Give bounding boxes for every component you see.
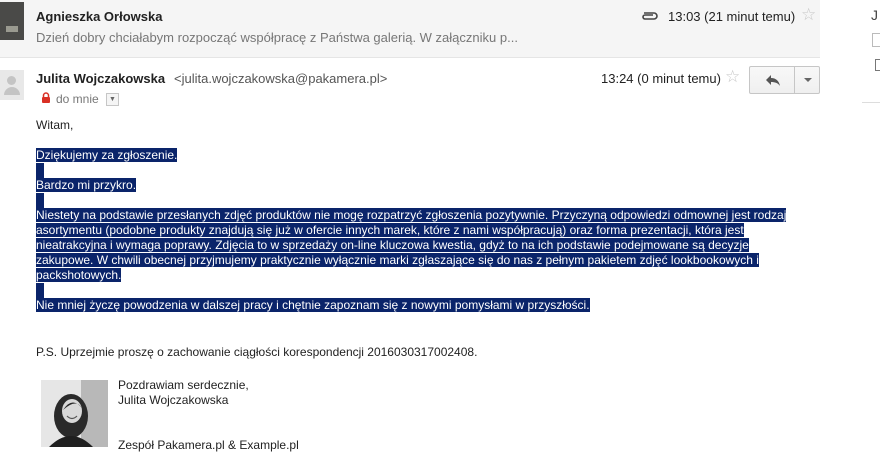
sender-email: <julita.wojczakowska@pakamera.pl>: [174, 71, 388, 86]
greeting-text: Witam,: [36, 118, 74, 132]
recipient-label: do mnie: [56, 92, 99, 106]
previous-message-snippet: Dzień dobry chciałabym rozpocząć współpr…: [36, 30, 518, 45]
selected-blank-line: [36, 163, 44, 178]
previous-message-time: 13:03 (21 minut temu): [668, 9, 796, 24]
reply-button[interactable]: [749, 66, 795, 94]
lock-icon: [42, 92, 50, 103]
sidebar-divider: [862, 102, 880, 103]
sidebar-initial: J: [871, 7, 878, 23]
sidebar-checkbox[interactable]: [872, 33, 880, 47]
sender-avatar: [0, 2, 24, 40]
sidebar-document-icon[interactable]: [875, 59, 880, 71]
star-icon[interactable]: ☆: [801, 5, 816, 25]
selected-blank-line: [36, 283, 44, 298]
star-icon[interactable]: ☆: [725, 67, 740, 87]
default-avatar: [0, 70, 24, 100]
reply-icon: [766, 75, 780, 86]
previous-sender-name: Agnieszka Orłowska: [36, 9, 163, 24]
message-time: 13:24 (0 minut temu): [601, 71, 721, 86]
more-options-button[interactable]: [794, 66, 820, 94]
previous-message-row[interactable]: Agnieszka Orłowska Dzień dobry chciałaby…: [0, 0, 820, 58]
paperclip-icon: [642, 12, 658, 20]
signature-name: Julita Wojczakowska: [118, 393, 229, 407]
body-line-good-luck: Nie mniej życzę powodzenia w dalszej pra…: [36, 298, 590, 312]
signature-team: Zespół Pakamera.pl & Example.pl: [118, 438, 299, 452]
sender-name[interactable]: Julita Wojczakowska: [36, 71, 165, 86]
signature-photo: [41, 380, 108, 447]
postscript-text: P.S. Uprzejmie proszę o zachowanie ciągł…: [36, 345, 478, 359]
body-line-sorry: Bardzo mi przykro.: [36, 178, 137, 192]
body-line-thanks: Dziękujemy za zgłoszenie.: [36, 148, 178, 162]
signature-greeting: Pozdrawiam serdecznie,: [118, 378, 249, 392]
body-paragraph-rejection: Niestety na podstawie przesłanych zdjęć …: [36, 208, 787, 282]
show-details-chevron-icon[interactable]: ▼: [106, 93, 119, 106]
selected-blank-line: [36, 193, 44, 208]
